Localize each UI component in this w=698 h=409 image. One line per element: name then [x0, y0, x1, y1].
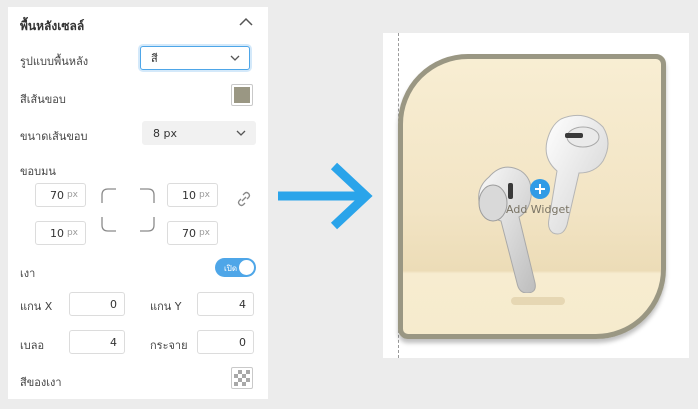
- radius-top-right-value: 10: [181, 188, 196, 202]
- radius-top-left-value: 70: [49, 188, 64, 202]
- radius-top-right-input[interactable]: 10 px: [167, 183, 218, 207]
- border-color-swatch[interactable]: [231, 84, 253, 106]
- shadow-blur-value: 4: [110, 335, 117, 349]
- radius-bottom-left-input[interactable]: 10 px: [35, 221, 86, 245]
- corner-radius-label: ขอบมน: [20, 165, 56, 178]
- background-type-label: รูปแบบพื้นหลัง: [20, 55, 89, 68]
- cell-background-panel: พื้นหลังเซลล์ รูปแบบพื้นหลัง สี สีเส้นขอ…: [8, 7, 268, 399]
- preview-canvas: Add Widget: [383, 33, 689, 358]
- corner-radius-icon: [101, 188, 155, 232]
- background-type-select[interactable]: สี: [140, 46, 250, 70]
- shadow-y-label: แกน Y: [150, 300, 182, 313]
- shadow-color-label: สีของเงา: [20, 376, 62, 389]
- radius-bottom-right-input[interactable]: 70 px: [167, 221, 218, 245]
- unit-label: px: [66, 228, 78, 238]
- border-width-value: 8 px: [153, 126, 177, 140]
- border-width-select[interactable]: 8 px: [142, 121, 256, 145]
- section-title: พื้นหลังเซลล์: [20, 19, 85, 33]
- unit-label: px: [198, 228, 210, 238]
- blurred-caption: [511, 297, 565, 305]
- shadow-color-swatch[interactable]: [231, 367, 253, 389]
- shadow-spread-value: 0: [239, 335, 246, 349]
- shadow-x-value: 0: [110, 297, 117, 311]
- shadow-spread-label: กระจาย: [150, 339, 188, 352]
- radius-top-left-input[interactable]: 70 px: [35, 183, 86, 207]
- unit-label: px: [66, 190, 78, 200]
- toggle-knob: [239, 260, 254, 275]
- chevron-down-icon: [236, 130, 246, 136]
- radius-bottom-right-value: 70: [181, 226, 196, 240]
- border-width-label: ขนาดเส้นขอบ: [20, 130, 88, 143]
- border-color-fill: [234, 87, 250, 103]
- shadow-toggle[interactable]: เปิด: [215, 258, 256, 277]
- preview-card[interactable]: Add Widget: [398, 54, 666, 339]
- unit-label: px: [198, 190, 210, 200]
- arrow-right-icon: [278, 162, 373, 230]
- shadow-y-input[interactable]: 4: [197, 292, 254, 316]
- shadow-spread-input[interactable]: 0: [197, 330, 254, 354]
- chevron-up-icon[interactable]: [237, 15, 255, 29]
- shadow-blur-label: เบลอ: [20, 339, 45, 352]
- background-type-value: สี: [151, 52, 158, 65]
- shadow-x-input[interactable]: 0: [69, 292, 125, 316]
- add-widget-button[interactable]: [530, 179, 550, 199]
- add-widget-label: Add Widget: [506, 203, 570, 216]
- radius-bottom-left-value: 10: [49, 226, 64, 240]
- shadow-label: เงา: [20, 267, 36, 280]
- shadow-y-value: 4: [239, 297, 246, 311]
- link-icon[interactable]: [236, 191, 252, 207]
- shadow-color-fill: [234, 370, 250, 386]
- chevron-down-icon: [230, 55, 240, 61]
- shadow-x-label: แกน X: [20, 300, 53, 313]
- shadow-blur-input[interactable]: 4: [69, 330, 125, 354]
- border-color-label: สีเส้นขอบ: [20, 93, 66, 106]
- toggle-on-label: เปิด: [224, 264, 238, 273]
- plus-icon: [535, 184, 545, 194]
